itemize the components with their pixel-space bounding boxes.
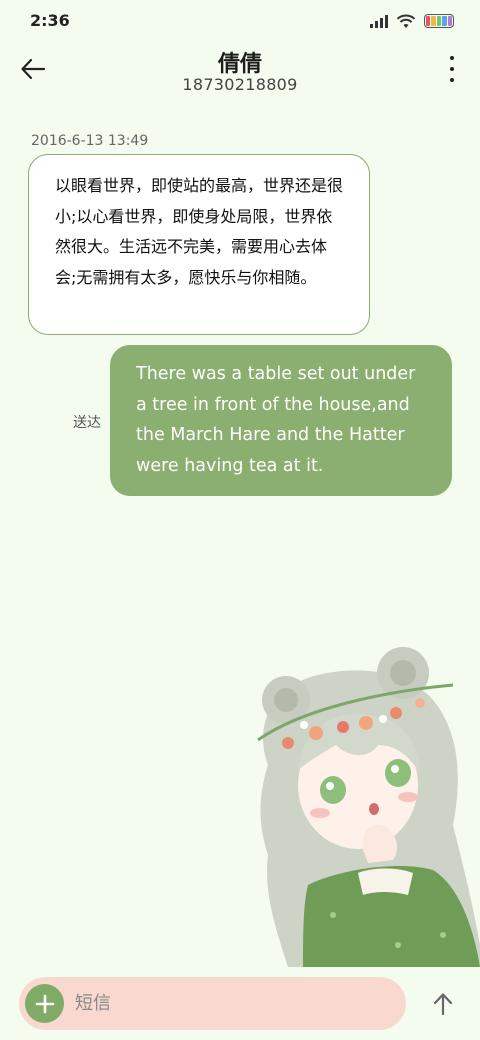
outgoing-message-text: There was a table set out under a tree i…	[136, 364, 416, 476]
sms-input[interactable]	[75, 987, 375, 1020]
more-options-button[interactable]	[446, 56, 458, 82]
send-arrow-icon	[433, 993, 453, 1016]
incoming-message-bubble[interactable]: 以眼看世界，即使站的最高，世界还是很小;以心看世界，即使身处局限，世界依然很大。…	[28, 154, 370, 335]
plus-icon	[35, 994, 54, 1013]
add-attachment-button[interactable]	[25, 984, 64, 1023]
contact-number: 18730218809	[182, 75, 298, 94]
delivery-status: 送达	[73, 415, 101, 431]
signal-icon	[370, 14, 388, 28]
message-timestamp: 2016-6-13 13:49	[31, 133, 149, 149]
status-time: 2:36	[30, 11, 70, 30]
incoming-message-text: 以眼看世界，即使站的最高，世界还是很小;以心看世界，即使身处局限，世界依然很大。…	[55, 176, 344, 287]
more-vertical-icon	[450, 56, 454, 60]
composer-pill	[19, 977, 406, 1030]
status-icons	[370, 13, 454, 29]
battery-icon	[424, 14, 454, 28]
contact-name: 倩倩	[217, 52, 262, 77]
outgoing-message-bubble[interactable]: There was a table set out under a tree i…	[110, 345, 452, 496]
girl-illustration	[257, 647, 480, 967]
wifi-icon	[396, 14, 416, 28]
conversation-header: 倩倩 18730218809	[0, 42, 480, 102]
send-button[interactable]	[430, 991, 456, 1017]
composer-bar	[0, 967, 480, 1040]
status-bar: 2:36	[0, 0, 480, 42]
